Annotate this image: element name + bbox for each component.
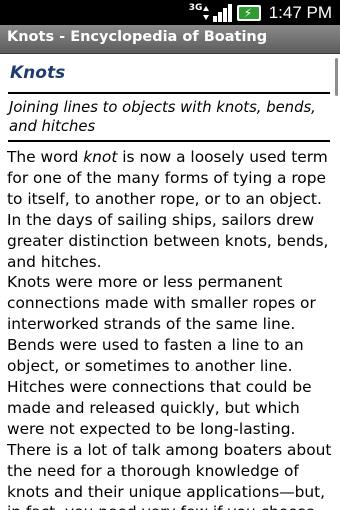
paragraph-text: Knots were more or less permanent connec…: [7, 273, 316, 438]
paragraph: There is a lot of talk among boaters abo…: [7, 440, 335, 510]
network-label: 3G: [188, 2, 203, 13]
paragraph: The word knot is now a loosely used term…: [7, 147, 335, 272]
article-body: The word knot is now a loosely used term…: [7, 147, 335, 510]
network-3g-icon: 3G: [188, 3, 210, 23]
paragraph: Knots were more or less permanent connec…: [7, 272, 335, 439]
app-title-bar: Knots - Encyclopedia of Boating: [0, 25, 340, 54]
paragraph-text: There is a lot of talk among boaters abo…: [7, 440, 332, 510]
emphasis-term: knot: [83, 148, 118, 166]
battery-charging-icon: ⚡: [236, 4, 261, 21]
paragraph-text: is now a loosely used term for one of th…: [7, 148, 329, 271]
status-icons: 3G ⚡ 1:47 PM: [188, 2, 332, 23]
article-heading: Knots: [10, 63, 66, 83]
heading-divider: [8, 92, 330, 94]
signal-strength-icon: [212, 3, 233, 23]
app-title: Knots - Encyclopedia of Boating: [7, 29, 268, 45]
article-subtitle: Joining lines to objects with knots, ben…: [9, 99, 316, 135]
status-bar: 3G ⚡ 1:47 PM: [0, 0, 340, 25]
subtitle-divider: [8, 140, 330, 142]
article-content[interactable]: Knots Joining lines to objects with knot…: [0, 54, 340, 510]
paragraph-lead: The word: [7, 148, 84, 166]
scrollbar[interactable]: [335, 58, 338, 96]
status-clock: 1:47 PM: [268, 3, 332, 22]
